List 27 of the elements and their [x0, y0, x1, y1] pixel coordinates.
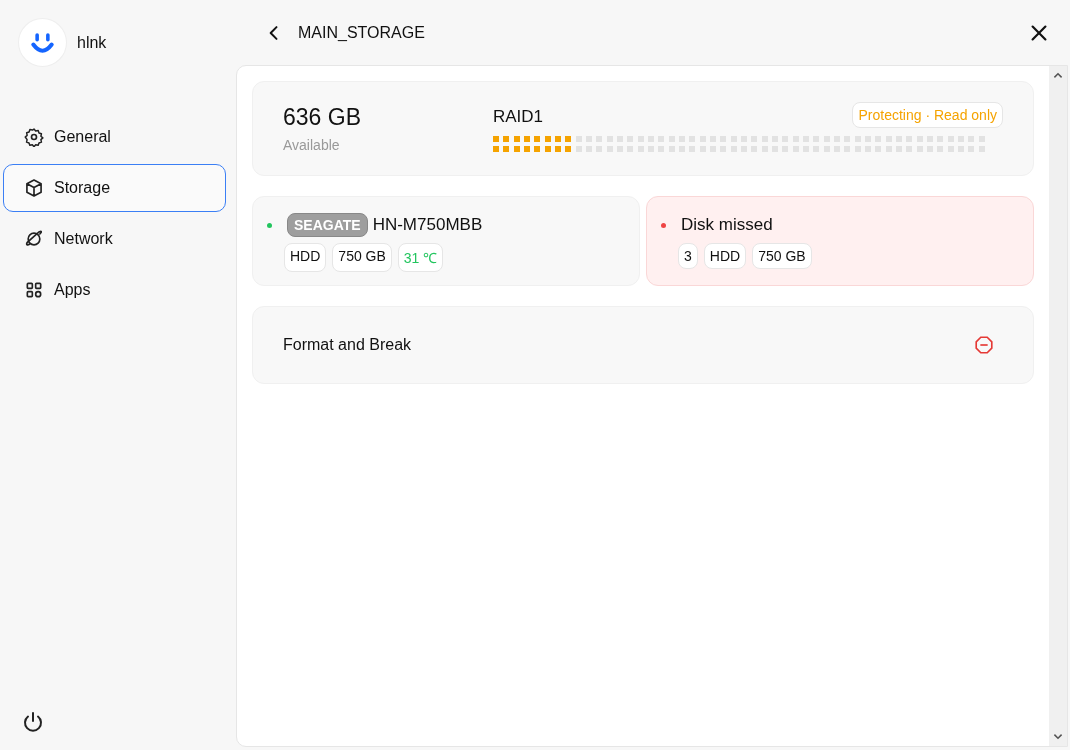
- disk-tag: HDD: [284, 243, 327, 272]
- page-title: MAIN_STORAGE: [298, 23, 425, 42]
- brand-badge: SEAGATE: [287, 213, 368, 237]
- disk-name: HN-M750MBB: [372, 215, 483, 235]
- raid-level: RAID1: [493, 106, 544, 127]
- cube-icon: [24, 178, 44, 198]
- action-label: Format and Break: [283, 336, 412, 354]
- status-badge: Protecting · Read only: [852, 102, 1003, 128]
- nav-item[interactable]: Apps: [3, 266, 226, 314]
- scrollbar[interactable]: [1049, 66, 1067, 746]
- disk-tag: 31 ℃: [397, 243, 444, 272]
- nav-item[interactable]: Network: [3, 215, 226, 263]
- capacity-label: Available: [283, 137, 341, 153]
- disk-tag: 750 GB: [332, 243, 392, 272]
- nav-item[interactable]: Storage: [3, 164, 226, 212]
- settings-icon: [24, 127, 44, 147]
- planet-icon: [24, 229, 44, 249]
- disk-name: Disk missed: [681, 215, 773, 235]
- grid-icon: [24, 280, 44, 300]
- disk-tag: 750 GB: [752, 243, 812, 269]
- nav-item[interactable]: General: [3, 113, 226, 161]
- disk-tag: HDD: [703, 243, 747, 269]
- smiley-avatar-icon: [18, 18, 67, 67]
- disk-tag: 3: [678, 243, 698, 269]
- capacity-value: 636 GB: [283, 104, 362, 131]
- user-name: hlnk: [77, 33, 107, 52]
- remove-button[interactable]: [973, 334, 995, 356]
